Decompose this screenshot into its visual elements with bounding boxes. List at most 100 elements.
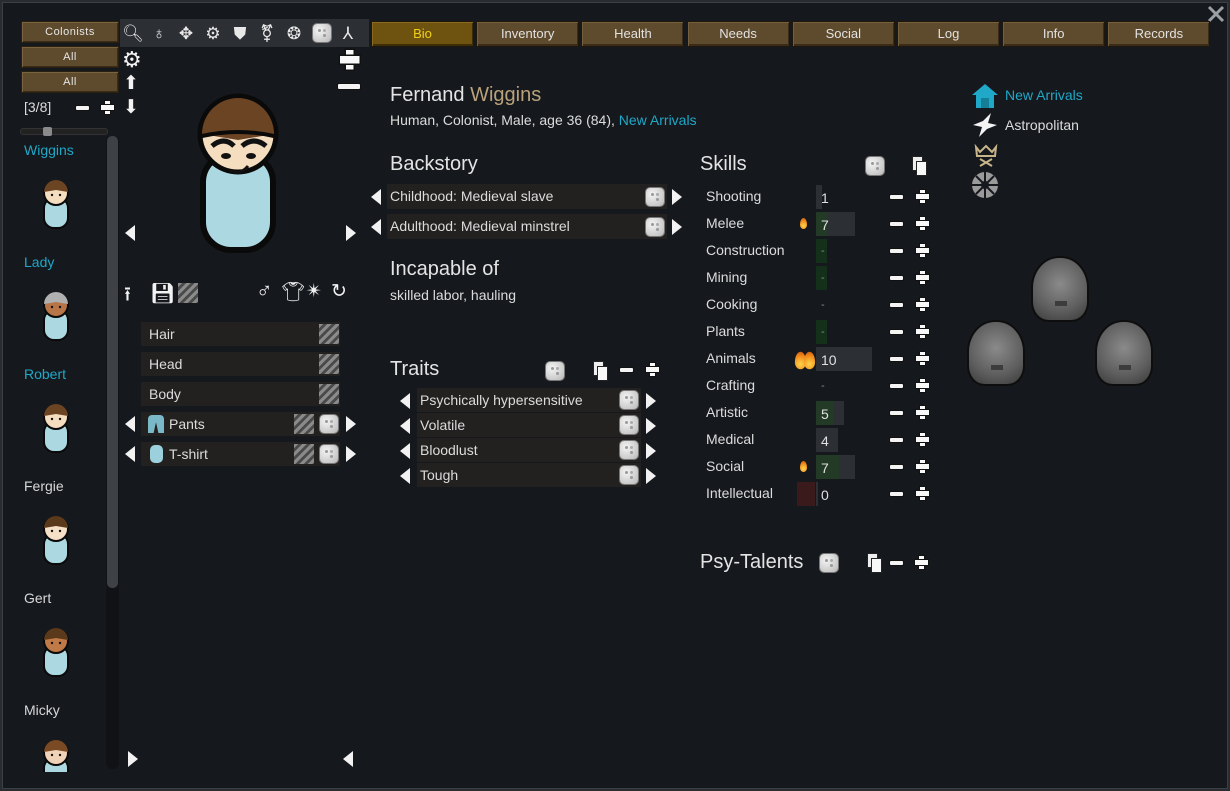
skills-copy-icon[interactable] <box>912 156 927 176</box>
skill-increase-button[interactable] <box>916 379 929 392</box>
skill-decrease-button[interactable] <box>890 276 903 280</box>
hair-color-icon[interactable] <box>319 324 339 344</box>
trait-row[interactable]: Bloodlust <box>417 438 641 462</box>
head-color-icon[interactable] <box>319 354 339 374</box>
skill-increase-button[interactable] <box>916 244 929 257</box>
skill-increase-button[interactable] <box>916 352 929 365</box>
pawn-list-avatar[interactable] <box>39 738 73 772</box>
tab-inventory[interactable]: Inventory <box>476 21 580 47</box>
skill-decrease-button[interactable] <box>890 492 903 496</box>
filter-all-button-2[interactable]: All <box>21 71 119 93</box>
sidebar-expand-arrow[interactable] <box>128 751 138 767</box>
tshirt-next-arrow[interactable] <box>346 446 356 462</box>
trait-prev-arrow[interactable] <box>400 418 410 434</box>
slider-handle[interactable] <box>43 127 52 136</box>
adulthood-randomize-icon[interactable] <box>646 218 664 236</box>
trait-randomize-icon[interactable] <box>620 416 638 434</box>
appearance-row-head[interactable]: Head <box>141 352 340 376</box>
skill-increase-button[interactable] <box>916 325 929 338</box>
skill-decrease-button[interactable] <box>890 249 903 253</box>
remove-trait-button[interactable] <box>620 368 633 372</box>
trait-next-arrow[interactable] <box>646 393 656 409</box>
trait-randomize-icon[interactable] <box>620 391 638 409</box>
pants-next-arrow[interactable] <box>346 416 356 432</box>
skill-increase-button[interactable] <box>916 190 929 203</box>
trait-row[interactable]: Psychically hypersensitive <box>417 388 641 412</box>
apparel-shirt-icon[interactable]: 👕︎ <box>281 280 305 304</box>
tab-bio[interactable]: Bio <box>371 21 474 47</box>
body-color-icon[interactable] <box>319 384 339 404</box>
trait-row[interactable]: Volatile <box>417 413 641 437</box>
pawn-list-avatar[interactable] <box>39 402 73 454</box>
faction-house-icon[interactable] <box>971 83 999 109</box>
paint-icon[interactable] <box>178 283 198 303</box>
add-trait-button[interactable] <box>646 363 659 376</box>
gears-icon[interactable]: ⚙ <box>202 23 224 45</box>
trait-randomize-icon[interactable] <box>620 466 638 484</box>
globe-icon[interactable]: ❂ <box>283 23 305 45</box>
skill-increase-button[interactable] <box>916 433 929 446</box>
faction-wings-icon[interactable]: ✥ <box>175 23 197 45</box>
implant-slot-right[interactable] <box>1095 320 1153 386</box>
trait-prev-arrow[interactable] <box>400 443 410 459</box>
sidebar-collapse-arrow[interactable] <box>343 751 353 767</box>
settings-gear-icon[interactable]: ⚙ <box>122 47 142 73</box>
skill-increase-button[interactable] <box>916 271 929 284</box>
pawn-list-name[interactable]: Fergie <box>24 478 64 494</box>
childhood-backstory[interactable]: Childhood: Medieval slave <box>387 184 667 209</box>
adulthood-prev-arrow[interactable] <box>371 219 381 235</box>
pants-prev-arrow[interactable] <box>125 416 135 432</box>
skill-increase-button[interactable] <box>916 487 929 500</box>
save-icon[interactable]: 💾︎ <box>150 281 175 306</box>
psy-randomize-icon[interactable] <box>820 554 838 572</box>
pawn-list-avatar[interactable] <box>39 290 73 342</box>
tab-records[interactable]: Records <box>1107 21 1211 47</box>
skill-decrease-button[interactable] <box>890 330 903 334</box>
tshirt-prev-arrow[interactable] <box>125 446 135 462</box>
ideology-icon[interactable] <box>971 112 999 138</box>
colonists-filter-button[interactable]: Colonists <box>21 21 119 43</box>
rotate-icon[interactable]: ↻ <box>331 280 347 303</box>
appearance-row-hair[interactable]: Hair <box>141 322 340 346</box>
add-psy-button[interactable] <box>915 556 928 569</box>
trait-randomize-icon[interactable] <box>620 441 638 459</box>
pawn-list-avatar[interactable] <box>39 626 73 678</box>
search-icon[interactable]: 🔍︎ <box>122 23 144 45</box>
trait-next-arrow[interactable] <box>646 443 656 459</box>
trait-next-arrow[interactable] <box>646 418 656 434</box>
move-down-arrow-icon[interactable]: ⬇ <box>123 96 139 119</box>
remove-pawn-button[interactable] <box>76 106 89 110</box>
male-gender-icon[interactable]: ♂ <box>256 278 273 304</box>
trait-prev-arrow[interactable] <box>400 393 410 409</box>
zoom-in-button[interactable] <box>340 50 360 70</box>
pawn-list-name[interactable]: Gert <box>24 590 51 606</box>
skill-decrease-button[interactable] <box>890 438 903 442</box>
skill-increase-button[interactable] <box>916 298 929 311</box>
traits-randomize-icon[interactable] <box>546 362 564 380</box>
faction-link[interactable]: New Arrivals <box>619 112 697 128</box>
head-icon[interactable]: ✴ <box>306 280 322 303</box>
filter-all-button-1[interactable]: All <box>21 46 119 68</box>
tab-needs[interactable]: Needs <box>686 21 790 47</box>
adulthood-next-arrow[interactable] <box>672 219 682 235</box>
trait-row[interactable]: Tough <box>417 463 641 487</box>
randomize-die-icon[interactable] <box>313 24 331 42</box>
pawn-list-name[interactable]: Robert <box>24 366 66 382</box>
tab-health[interactable]: Health <box>581 21 685 47</box>
pawn-list-name[interactable]: Lady <box>24 254 54 270</box>
zoom-out-button[interactable] <box>338 84 360 89</box>
trait-prev-arrow[interactable] <box>400 468 410 484</box>
skill-increase-button[interactable] <box>916 406 929 419</box>
childhood-prev-arrow[interactable] <box>371 189 381 205</box>
shield-icon[interactable]: ⛊ <box>229 23 251 45</box>
skill-decrease-button[interactable] <box>890 357 903 361</box>
split-icon[interactable]: ⅄ <box>337 23 359 45</box>
tshirt-color-icon[interactable] <box>294 444 314 464</box>
pants-color-icon[interactable] <box>294 414 314 434</box>
move-up-arrow-icon[interactable]: ⬆ <box>123 72 139 95</box>
skill-decrease-button[interactable] <box>890 303 903 307</box>
skill-decrease-button[interactable] <box>890 411 903 415</box>
portrait-prev-arrow[interactable] <box>125 225 135 241</box>
adulthood-backstory[interactable]: Adulthood: Medieval minstrel <box>387 214 667 239</box>
royal-title-crown-icon[interactable] <box>973 143 999 167</box>
